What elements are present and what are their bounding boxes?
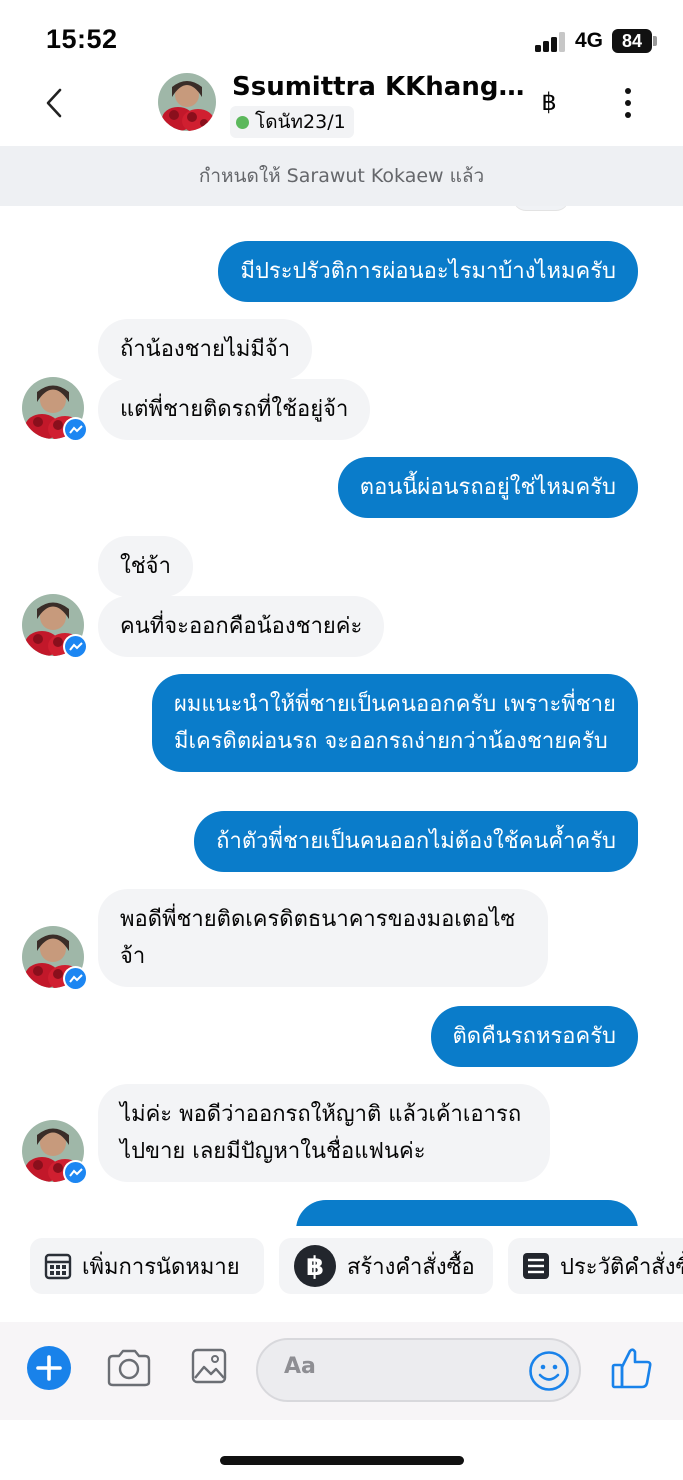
messenger-badge-icon: [63, 1160, 88, 1185]
add-appointment-label: เพิ่มการนัดหมาย: [82, 1254, 240, 1280]
camera-button[interactable]: [106, 1348, 152, 1388]
contact-name[interactable]: Ssumittra KKhangk...: [232, 72, 530, 102]
message-out[interactable]: ติดคืนรถหรอครับ: [430, 1006, 638, 1067]
home-indicator: [220, 1456, 464, 1465]
online-dot-icon: [236, 115, 249, 129]
contact-avatar[interactable]: [158, 73, 216, 131]
thumbs-up-icon: [611, 1348, 652, 1389]
more-dot: [625, 100, 631, 106]
messenger-badge-icon: [63, 966, 88, 991]
chevron-left-icon: [46, 88, 62, 118]
battery-icon: 84: [612, 29, 652, 53]
message-input-placeholder: Aa: [284, 1354, 316, 1379]
gallery-button[interactable]: [191, 1348, 227, 1384]
add-appointment-button[interactable]: เพิ่มการนัดหมาย: [30, 1238, 264, 1294]
message-in[interactable]: แต่พี่ชายติดรถที่ใช้อยู่จ้า: [98, 379, 371, 440]
baht-icon: ฿: [294, 1245, 336, 1287]
sender-avatar[interactable]: [22, 926, 88, 991]
battery-tip: [653, 36, 657, 46]
create-order-button[interactable]: ฿ สร้างคำสั่งซื้อ: [279, 1238, 493, 1294]
camera-icon: [107, 1349, 151, 1387]
message-in[interactable]: ไม่ค่ะ พอดีว่าออกรถให้ญาติ แล้วเค้าเอารถ…: [98, 1084, 550, 1182]
partial-message-bubble: [513, 206, 569, 210]
order-list-icon: [523, 1253, 549, 1279]
message-in[interactable]: ใช่จ้า: [98, 536, 193, 597]
emoji-button[interactable]: [528, 1350, 570, 1392]
order-history-button[interactable]: ประวัติคำสั่งซื้อ: [508, 1238, 683, 1294]
message-in[interactable]: คนที่จะออกคือน้องชายค่ะ: [98, 596, 385, 657]
sender-avatar[interactable]: [22, 1120, 88, 1185]
chat-header: Ssumittra KKhangk... โดนัท23/1 ฿: [0, 70, 683, 146]
smiley-icon: [529, 1351, 569, 1391]
contact-label: โดนัท23/1: [255, 111, 346, 133]
more-options-button[interactable]: [614, 86, 642, 120]
calendar-icon: [44, 1253, 72, 1280]
sender-avatar[interactable]: [22, 594, 88, 659]
like-button[interactable]: [611, 1346, 653, 1390]
message-composer: Aa: [0, 1322, 683, 1420]
messenger-badge-icon: [63, 417, 88, 442]
quick-actions-bar: เพิ่มการนัดหมาย ฿ สร้างคำสั่งซื้อ ประวัต…: [0, 1238, 683, 1296]
status-bar: 15:52 4G 84: [0, 0, 683, 70]
add-button[interactable]: [27, 1346, 71, 1390]
more-dot: [625, 88, 631, 94]
message-in[interactable]: ถ้าน้องชายไม่มีจ้า: [98, 319, 313, 380]
message-out[interactable]: ถ้าตัวพี่ชายเป็นคนออกไม่ต้องใช้คนค้ำครับ: [194, 811, 638, 872]
back-button[interactable]: [38, 84, 72, 122]
sender-avatar[interactable]: [22, 377, 88, 442]
assignment-banner: กำหนดให้ Sarawut Kokaew แล้ว: [0, 146, 683, 206]
plus-icon: [36, 1355, 62, 1381]
order-history-label: ประวัติคำสั่งซื้อ: [560, 1254, 683, 1280]
more-dot: [625, 112, 631, 118]
messenger-badge-icon: [63, 634, 88, 659]
contact-label-chip[interactable]: โดนัท23/1: [230, 106, 354, 138]
create-order-label: สร้างคำสั่งซื้อ: [347, 1254, 475, 1280]
message-out[interactable]: ตอนนี้ผ่อนรถอยู่ใช่ไหมครับ: [337, 457, 638, 518]
message-in[interactable]: พอดีพี่ชายติดเครดิตธนาคารของมอเตอไซจ้า: [98, 889, 548, 987]
message-out[interactable]: ผมแนะนำให้พี่ชายเป็นคนออกครับ เพราะพี่ชา…: [152, 674, 638, 772]
partial-message-out: [296, 1200, 638, 1226]
chat-thread[interactable]: มีประปรัวติการผ่อนอะไรมาบ้างไหมครับ ถ้าน…: [0, 206, 683, 1226]
baht-payment-button[interactable]: ฿: [536, 86, 562, 118]
svg-text:฿: ฿: [306, 1252, 324, 1282]
status-time: 15:52: [46, 24, 118, 54]
message-out[interactable]: มีประปรัวติการผ่อนอะไรมาบ้างไหมครับ: [218, 241, 638, 302]
image-icon: [191, 1348, 227, 1384]
network-type: 4G: [575, 29, 604, 52]
signal-icon: [535, 32, 567, 52]
